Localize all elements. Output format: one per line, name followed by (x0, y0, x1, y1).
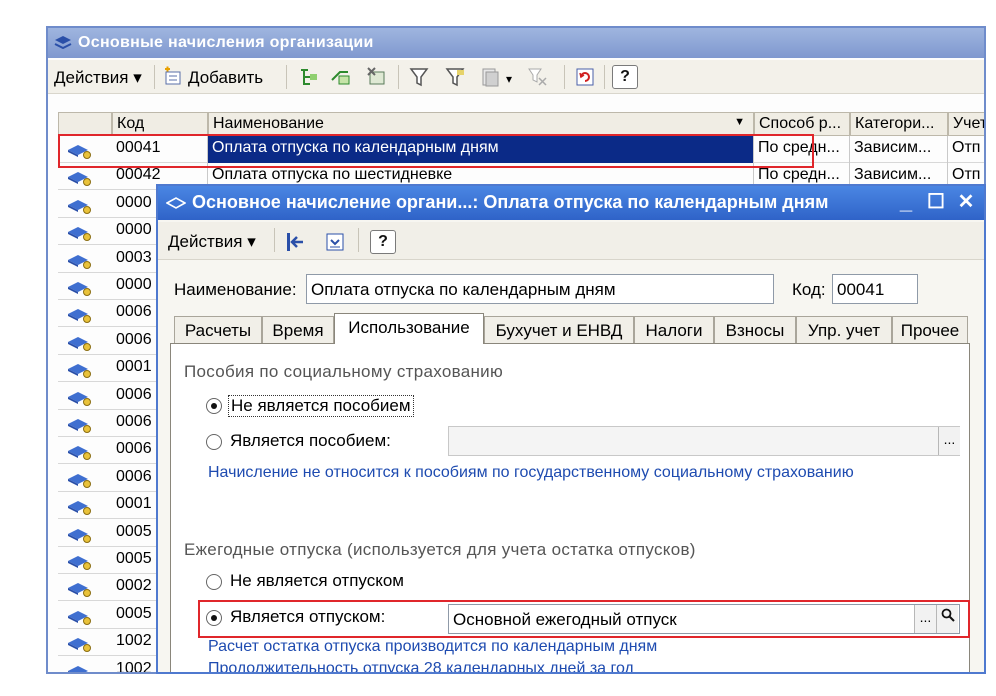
accrual-item-icon (68, 282, 91, 296)
name-label: Наименование: (174, 280, 297, 299)
refresh-icon[interactable] (574, 66, 596, 88)
column-header-icon (58, 112, 112, 136)
column-header-name[interactable]: Наименование ▼ (208, 112, 754, 136)
toolbar-separator (358, 228, 359, 252)
highlight-box (198, 600, 970, 638)
help-button[interactable]: ? (612, 65, 638, 89)
dialog-toolbar: Действия ▾ ? (158, 222, 984, 260)
tab-calculations[interactable]: Расчеты (174, 316, 262, 344)
accrual-item-icon (68, 610, 91, 625)
save-close-icon[interactable] (284, 231, 306, 253)
accrual-item-icon (68, 199, 91, 214)
tab-contributions[interactable]: Взносы (714, 316, 796, 344)
radio-not-vacation[interactable] (206, 574, 222, 590)
list-toolbar: Действия ▾ Добавить ▾ ? (48, 60, 984, 94)
dialog-titlebar[interactable]: Основное начисление органи...: Оплата от… (158, 186, 984, 220)
add-button[interactable]: Добавить (188, 68, 263, 88)
accrual-item-icon (68, 528, 91, 543)
toolbar-separator (274, 228, 275, 252)
toolbar-separator (398, 65, 399, 89)
list-window-titlebar[interactable]: Основные начисления организации (48, 28, 984, 58)
cell-acct: Отп (948, 136, 984, 163)
cell-category: Зависим... (850, 136, 948, 163)
filter-value-icon[interactable] (444, 66, 466, 88)
delete-mark-icon[interactable] (366, 66, 388, 88)
accrual-item-icon (68, 556, 91, 570)
accrual-item-icon (68, 227, 91, 242)
social-heading: Пособия по социальному страхованию (184, 362, 504, 381)
copy-icon[interactable] (330, 66, 352, 88)
highlight-box (58, 134, 814, 168)
radio-is-benefit[interactable] (206, 434, 222, 450)
accrual-item-icon (68, 419, 91, 433)
accrual-item-icon (68, 583, 91, 598)
column-header-method[interactable]: Способ р... (754, 112, 850, 136)
radio-not-benefit-label[interactable]: Не является пособием (228, 395, 414, 417)
accrual-item-icon (68, 638, 91, 653)
maximize-button[interactable]: ☐ (924, 190, 948, 214)
dialog-actions-menu[interactable]: Действия ▾ (168, 232, 256, 252)
save-icon[interactable] (324, 231, 346, 253)
minimize-button[interactable]: _ (894, 190, 918, 214)
actions-menu[interactable]: Действия ▾ (54, 68, 142, 88)
add-icon[interactable] (162, 66, 184, 88)
catalog-icon (166, 197, 186, 209)
accrual-item-icon (68, 172, 91, 187)
code-field[interactable]: 00041 (832, 274, 918, 304)
tab-accounting[interactable]: Бухучет и ЕНВД (484, 316, 634, 344)
tab-usage[interactable]: Использование (334, 313, 484, 344)
list-window-title: Основные начисления организации (78, 34, 374, 51)
column-header-acct[interactable]: Учет (948, 112, 984, 136)
tab-time[interactable]: Время (262, 316, 334, 344)
toolbar-separator (154, 65, 155, 89)
catalog-icon (54, 36, 72, 49)
sort-desc-icon: ▼ (734, 116, 745, 128)
accrual-item-icon (68, 501, 91, 516)
filter-list-icon[interactable] (480, 66, 502, 88)
accrual-item-icon (68, 473, 91, 488)
vacation-heading: Ежегодные отпуска (используется для учет… (184, 540, 696, 559)
filter-icon[interactable] (408, 66, 430, 88)
chevron-down-icon[interactable]: ▾ (506, 72, 512, 86)
radio-is-benefit-label[interactable]: Является пособием: (230, 431, 391, 451)
accrual-item-icon (68, 665, 89, 672)
tab-other[interactable]: Прочее (892, 316, 968, 344)
accrual-item-icon (68, 309, 91, 324)
toolbar-separator (564, 65, 565, 89)
column-header-code[interactable]: Код (112, 112, 208, 136)
accrual-item-icon (68, 254, 91, 269)
dialog-help-button[interactable]: ? (370, 230, 396, 254)
accrual-item-icon (68, 336, 91, 351)
tab-management[interactable]: Упр. учет (796, 316, 892, 344)
accrual-item-icon (68, 391, 91, 406)
accrual-item-icon (68, 364, 91, 379)
radio-not-vacation-label[interactable]: Не является отпуском (230, 571, 404, 591)
accrual-dialog: Основное начисление органи...: Оплата от… (156, 184, 986, 674)
column-header-category[interactable]: Категори... (850, 112, 948, 136)
close-button[interactable]: ✕ (954, 190, 978, 214)
accrual-item-icon (68, 446, 91, 461)
dialog-title: Основное начисление органи...: Оплата от… (192, 192, 829, 212)
name-field[interactable]: Оплата отпуска по календарным дням (306, 274, 774, 304)
benefit-type-field (448, 426, 960, 456)
radio-not-benefit[interactable] (206, 398, 222, 414)
toolbar-separator (286, 65, 287, 89)
code-label: Код: (792, 280, 826, 299)
vacation-hint-1: Расчет остатка отпуска производится по к… (208, 638, 658, 655)
social-hint: Начисление не относится к пособиям по го… (208, 464, 854, 481)
toolbar-separator (604, 65, 605, 89)
clear-filter-icon[interactable] (526, 66, 548, 88)
tab-taxes[interactable]: Налоги (634, 316, 714, 344)
add-group-icon[interactable] (298, 66, 320, 88)
benefit-select-button[interactable]: ... (938, 427, 960, 455)
vacation-hint-2: Продолжительность отпуска 28 календарных… (208, 660, 634, 674)
